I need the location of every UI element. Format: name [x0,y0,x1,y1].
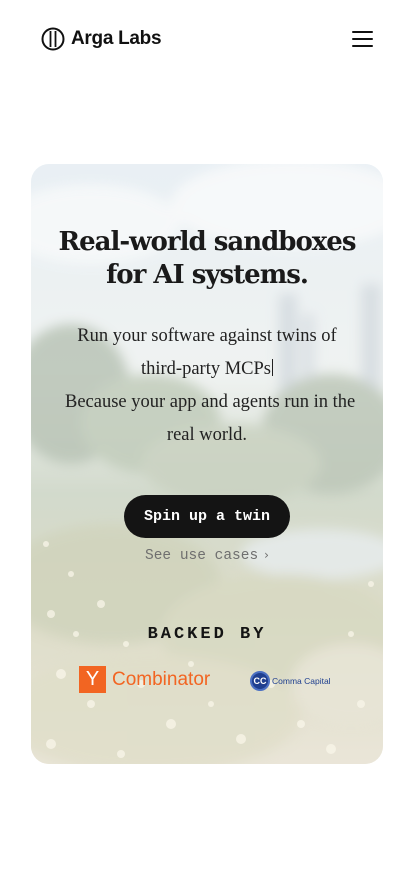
comma-capital-mark: CC [250,671,270,691]
comma-capital-name: Comma Capital [272,676,331,686]
hamburger-menu-icon[interactable] [352,30,374,48]
chevron-right-icon: › [264,548,269,562]
text-caret [272,359,273,376]
backed-by-heading: BACKED BY [147,625,267,644]
headline-line-1: Real-world sandboxes [58,227,357,257]
subtext-line-1: Run your software against twins of [77,326,337,346]
y-combinator-mark: Y [79,666,106,693]
y-combinator-logo: Y Combinator [79,666,210,693]
site-header: Arga Labs [0,0,414,78]
hero-card: Real-world sandboxes for AI systems. Run… [31,164,383,764]
see-use-cases-label: See use cases [145,548,259,564]
brand-logo[interactable]: Arga Labs [41,27,162,51]
y-combinator-name: Combinator [112,668,211,690]
hero-subtext: Run your software against twins of third… [65,320,356,452]
subtext-line-2: third-party MCPs [65,353,349,386]
arga-logo-icon [41,27,65,51]
hero-headline: Real-world sandboxes for AI systems. [31,226,383,292]
spin-up-twin-button[interactable]: Spin up a twin [124,495,290,538]
subtext-line-4: real world. [166,425,248,445]
subtext-typed-text: third-party MCPs [140,359,271,379]
brand-name: Arga Labs [71,28,162,49]
see-use-cases-link[interactable]: See use cases › [31,548,383,564]
subtext-line-3: Because your app and agents run in the [65,392,356,412]
comma-capital-logo: CC Comma Capital [250,671,331,691]
headline-line-2: for AI systems. [106,260,309,290]
